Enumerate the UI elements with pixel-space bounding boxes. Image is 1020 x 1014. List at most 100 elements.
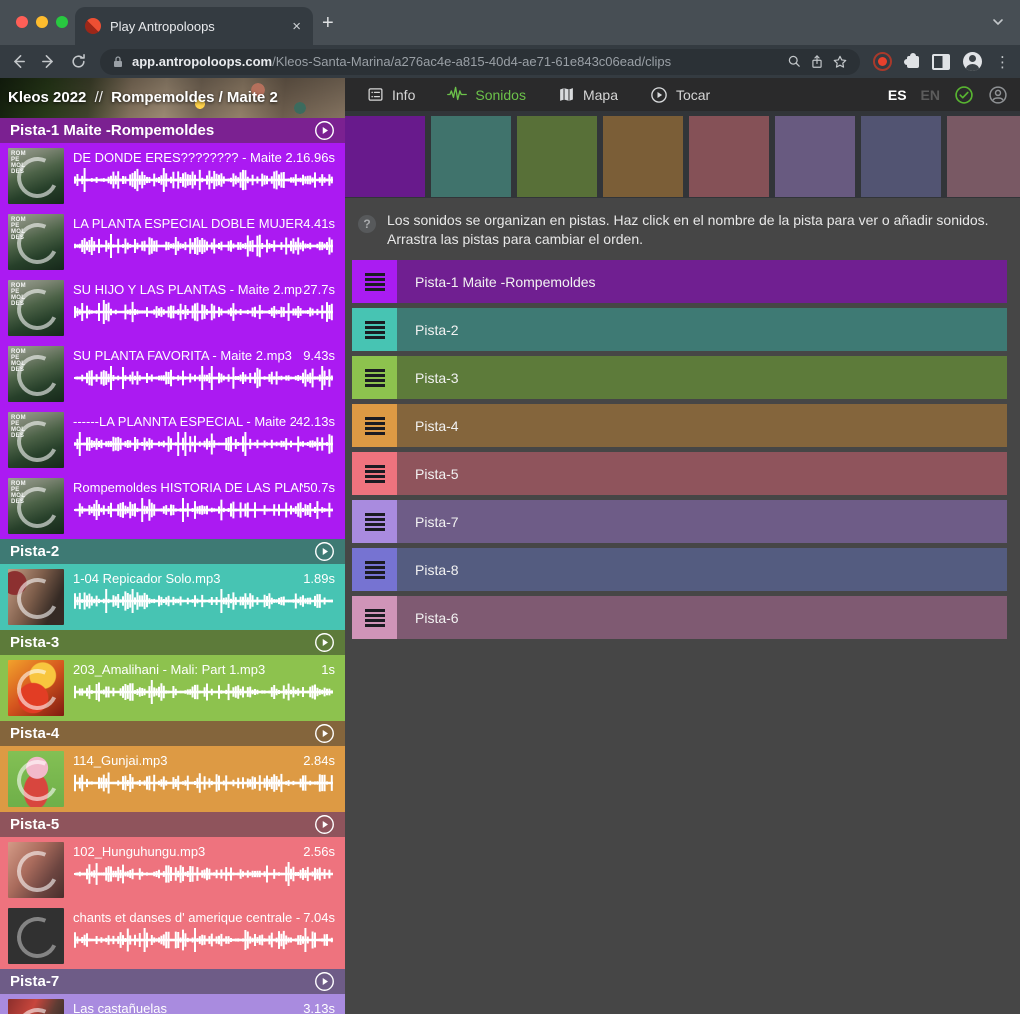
play-track-button[interactable] bbox=[314, 120, 335, 141]
track-row-body[interactable]: Pista-1 Maite -Rompemoldes bbox=[397, 260, 1007, 303]
track-header[interactable]: Pista-1 Maite -Rompemoldes bbox=[0, 118, 345, 143]
record-extension-icon[interactable] bbox=[873, 52, 892, 71]
bookmark-star-icon[interactable] bbox=[832, 54, 848, 70]
track-label: Pista-5 bbox=[397, 466, 459, 482]
track-color-swatch[interactable] bbox=[431, 116, 511, 197]
extensions-puzzle-icon[interactable] bbox=[907, 56, 919, 68]
zoom-window-button[interactable] bbox=[56, 16, 68, 28]
play-track-button[interactable] bbox=[314, 632, 335, 653]
drag-handle[interactable] bbox=[352, 452, 397, 495]
track-row-body[interactable]: Pista-5 bbox=[397, 452, 1007, 495]
clip-list: 114_Gunjai.mp3 2.84s bbox=[0, 746, 345, 812]
address-bar[interactable]: app.antropoloops.com/Kleos-Santa-Marina/… bbox=[100, 49, 860, 75]
play-track-button[interactable] bbox=[314, 971, 335, 992]
thumbnail-caption: ROMPEMOLDES bbox=[11, 151, 26, 175]
track-row-body[interactable]: Pista-6 bbox=[397, 596, 1007, 639]
clip-thumbnail: ROMPEMOLDES bbox=[8, 148, 64, 204]
track-row[interactable]: Pista-1 Maite -Rompemoldes bbox=[352, 260, 1007, 303]
clip-item[interactable]: 203_Amalihani - Mali: Part 1.mp3 1s bbox=[0, 655, 345, 721]
track-row-body[interactable]: Pista-2 bbox=[397, 308, 1007, 351]
drag-handle[interactable] bbox=[352, 308, 397, 351]
play-track-button[interactable] bbox=[314, 814, 335, 835]
zoom-level-icon[interactable] bbox=[787, 54, 802, 69]
drag-handle[interactable] bbox=[352, 596, 397, 639]
track-row[interactable]: Pista-4 bbox=[352, 404, 1007, 447]
drag-handle[interactable] bbox=[352, 500, 397, 543]
track-color-swatch[interactable] bbox=[947, 116, 1020, 197]
minimize-window-button[interactable] bbox=[36, 16, 48, 28]
track-row-body[interactable]: Pista-3 bbox=[397, 356, 1007, 399]
drag-handle[interactable] bbox=[352, 260, 397, 303]
saved-check-icon[interactable] bbox=[954, 85, 974, 105]
track-row[interactable]: Pista-2 bbox=[352, 308, 1007, 351]
drag-handle[interactable] bbox=[352, 356, 397, 399]
clip-thumbnail: ROMPEMOLDES bbox=[8, 346, 64, 402]
waveform bbox=[73, 679, 335, 705]
clip-title: 203_Amalihani - Mali: Part 1.mp3 bbox=[73, 662, 321, 677]
track-row[interactable]: Pista-6 bbox=[352, 596, 1007, 639]
lang-en-button[interactable]: EN bbox=[921, 87, 940, 103]
nav-mapa[interactable]: Mapa bbox=[558, 86, 618, 103]
side-panel-icon[interactable] bbox=[932, 54, 950, 70]
clip-item[interactable]: 102_Hunguhungu.mp3 2.56s bbox=[0, 837, 345, 903]
reload-icon[interactable] bbox=[70, 53, 87, 70]
clip-item[interactable]: 114_Gunjai.mp3 2.84s bbox=[0, 746, 345, 812]
play-track-button[interactable] bbox=[314, 723, 335, 744]
main-panel: ? Los sonidos se organizan en pistas. Ha… bbox=[345, 111, 1020, 1014]
track-label: Pista-6 bbox=[397, 610, 459, 626]
back-icon[interactable] bbox=[10, 53, 27, 70]
clip-title: 114_Gunjai.mp3 bbox=[73, 753, 303, 768]
new-tab-button[interactable]: + bbox=[322, 10, 334, 36]
waveform bbox=[73, 770, 335, 796]
track-row[interactable]: Pista-8 bbox=[352, 548, 1007, 591]
clip-item[interactable]: ROMPEMOLDES ------LA PLANNTA ESPECIAL - … bbox=[0, 407, 345, 473]
account-icon[interactable] bbox=[988, 85, 1008, 105]
track-row-body[interactable]: Pista-4 bbox=[397, 404, 1007, 447]
app-header: Kleos 2022 // Rompemoldes / Maite 2 Info… bbox=[0, 78, 1020, 111]
clip-item[interactable]: ROMPEMOLDES SU HIJO Y LAS PLANTAS - Mait… bbox=[0, 275, 345, 341]
main-nav: Info Sonidos Mapa Tocar bbox=[367, 86, 710, 104]
tab-search-chevron-icon[interactable] bbox=[990, 14, 1006, 30]
share-icon[interactable] bbox=[810, 54, 824, 70]
track-row[interactable]: Pista-3 bbox=[352, 356, 1007, 399]
clip-item[interactable]: ROMPEMOLDES Rompemoldes HISTORIA DE LAS … bbox=[0, 473, 345, 539]
nav-tocar[interactable]: Tocar bbox=[650, 86, 710, 104]
track-header[interactable]: Pista-3 bbox=[0, 630, 345, 655]
drag-handle[interactable] bbox=[352, 404, 397, 447]
clip-item[interactable]: ROMPEMOLDES LA PLANTA ESPECIAL DOBLE MUJ… bbox=[0, 209, 345, 275]
track-color-swatch[interactable] bbox=[517, 116, 597, 197]
header-right: ES EN bbox=[888, 85, 1020, 105]
clip-item[interactable]: 1-04 Repicador Solo.mp3 1.89s bbox=[0, 564, 345, 630]
track-color-swatch[interactable] bbox=[861, 116, 941, 197]
browser-menu-icon[interactable]: ⋮ bbox=[995, 53, 1010, 71]
nav-sonidos[interactable]: Sonidos bbox=[447, 86, 526, 103]
track-row[interactable]: Pista-5 bbox=[352, 452, 1007, 495]
track-color-swatch[interactable] bbox=[689, 116, 769, 197]
track-row-body[interactable]: Pista-8 bbox=[397, 548, 1007, 591]
lang-es-button[interactable]: ES bbox=[888, 87, 907, 103]
track-color-swatch[interactable] bbox=[603, 116, 683, 197]
track-row[interactable]: Pista-7 bbox=[352, 500, 1007, 543]
browser-tab[interactable]: Play Antropoloops × bbox=[75, 7, 313, 45]
clip-item[interactable]: ROMPEMOLDES DE DONDE ERES???????? - Mait… bbox=[0, 143, 345, 209]
tab-close-icon[interactable]: × bbox=[290, 18, 303, 35]
track-header[interactable]: Pista-5 bbox=[0, 812, 345, 837]
clip-item[interactable]: ROMPEMOLDES SU PLANTA FAVORITA - Maite 2… bbox=[0, 341, 345, 407]
breadcrumb: Kleos 2022 // Rompemoldes / Maite 2 bbox=[8, 78, 278, 118]
track-color-swatch[interactable] bbox=[775, 116, 855, 197]
close-window-button[interactable] bbox=[16, 16, 28, 28]
track-header[interactable]: Pista-2 bbox=[0, 539, 345, 564]
track-header[interactable]: Pista-7 bbox=[0, 969, 345, 994]
play-track-button[interactable] bbox=[314, 541, 335, 562]
clip-item[interactable]: Las castañuelas 3.13s bbox=[0, 994, 345, 1014]
track-color-swatch[interactable] bbox=[345, 116, 425, 197]
clip-item[interactable]: chants et danses d' amerique centrale - … bbox=[0, 903, 345, 969]
nav-info[interactable]: Info bbox=[367, 86, 415, 103]
project-banner[interactable]: Kleos 2022 // Rompemoldes / Maite 2 bbox=[0, 78, 345, 118]
track-header[interactable]: Pista-4 bbox=[0, 721, 345, 746]
profile-avatar[interactable] bbox=[963, 52, 982, 71]
site-favicon bbox=[85, 18, 101, 34]
drag-handle[interactable] bbox=[352, 548, 397, 591]
forward-icon[interactable] bbox=[40, 53, 57, 70]
track-row-body[interactable]: Pista-7 bbox=[397, 500, 1007, 543]
